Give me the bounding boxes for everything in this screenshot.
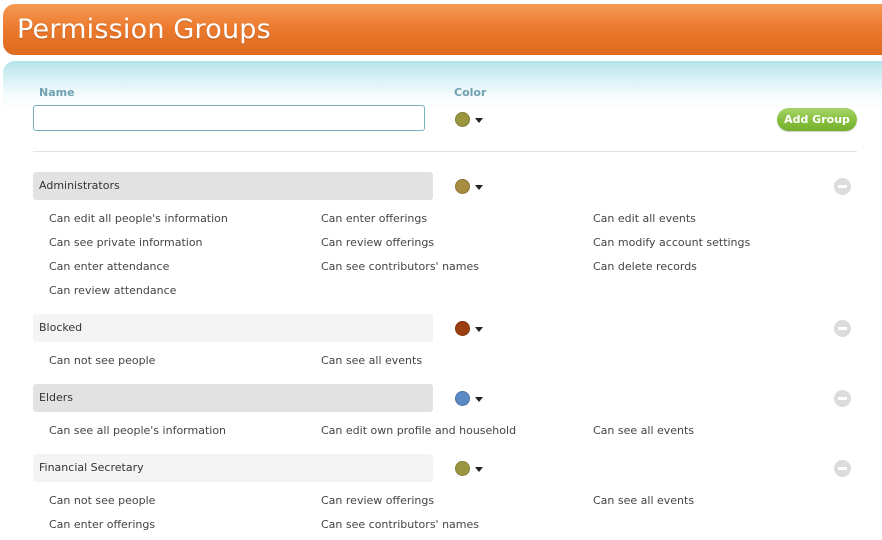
group-name: Blocked [39,321,83,334]
permission-item: Can see contributors' names [321,518,479,531]
permission-item: Can not see people [49,494,156,507]
color-label: Color [454,86,487,99]
permission-item: Can delete records [593,260,697,273]
minus-circle-icon[interactable] [834,390,851,407]
permission-item: Can see all events [593,424,695,437]
name-label: Name [39,86,75,99]
color-swatch [455,179,470,194]
add-group-button[interactable]: Add Group [777,108,857,131]
group-color-picker-financial-secretary[interactable] [455,460,489,478]
group-header-blocked[interactable]: Blocked [33,314,433,342]
minus-circle-icon[interactable] [834,460,851,477]
permission-item: Can edit all people's information [49,212,228,225]
caret-down-icon [475,467,483,472]
permission-item: Can edit all events [593,212,696,225]
minus-circle-icon[interactable] [834,320,851,337]
permission-item: Can modify account settings [593,236,751,249]
permission-item: Can enter offerings [49,518,156,531]
caret-down-icon [475,397,483,402]
caret-down-icon [475,327,483,332]
group-name: Financial Secretary [39,461,144,474]
color-swatch [455,461,470,476]
group-color-picker-blocked[interactable] [455,320,489,338]
permission-item: Can see all events [321,354,423,367]
color-swatch [455,391,470,406]
group-header-administrators[interactable]: Administrators [33,172,433,200]
permission-item: Can not see people [49,354,156,367]
group-header-elders[interactable]: Elders [33,384,433,412]
group-color-picker-administrators[interactable] [455,178,489,196]
caret-down-icon [475,185,483,190]
page-header: Permission Groups [3,4,882,55]
permission-item: Can edit own profile and household [321,424,517,437]
group-name-input[interactable] [33,105,425,131]
permission-item: Can see contributors' names [321,260,479,273]
permission-item: Can see all people's information [49,424,227,437]
color-swatch [455,112,470,127]
permission-item: Can review offerings [321,494,435,507]
permission-item: Can review attendance [49,284,177,297]
permission-item: Can review offerings [321,236,435,249]
permission-item: Can see all events [593,494,695,507]
caret-down-icon [475,118,483,123]
form-divider [33,151,857,152]
permission-item: Can see private information [49,236,203,249]
minus-circle-icon[interactable] [834,178,851,195]
group-color-picker-elders[interactable] [455,390,489,408]
new-group-color-picker[interactable] [455,111,489,129]
permission-item: Can enter attendance [49,260,170,273]
group-name: Elders [39,391,74,404]
group-name: Administrators [39,179,120,192]
group-header-financial-secretary[interactable]: Financial Secretary [33,454,433,482]
color-swatch [455,321,470,336]
permission-item: Can enter offerings [321,212,428,225]
page-title: Permission Groups [17,14,271,45]
